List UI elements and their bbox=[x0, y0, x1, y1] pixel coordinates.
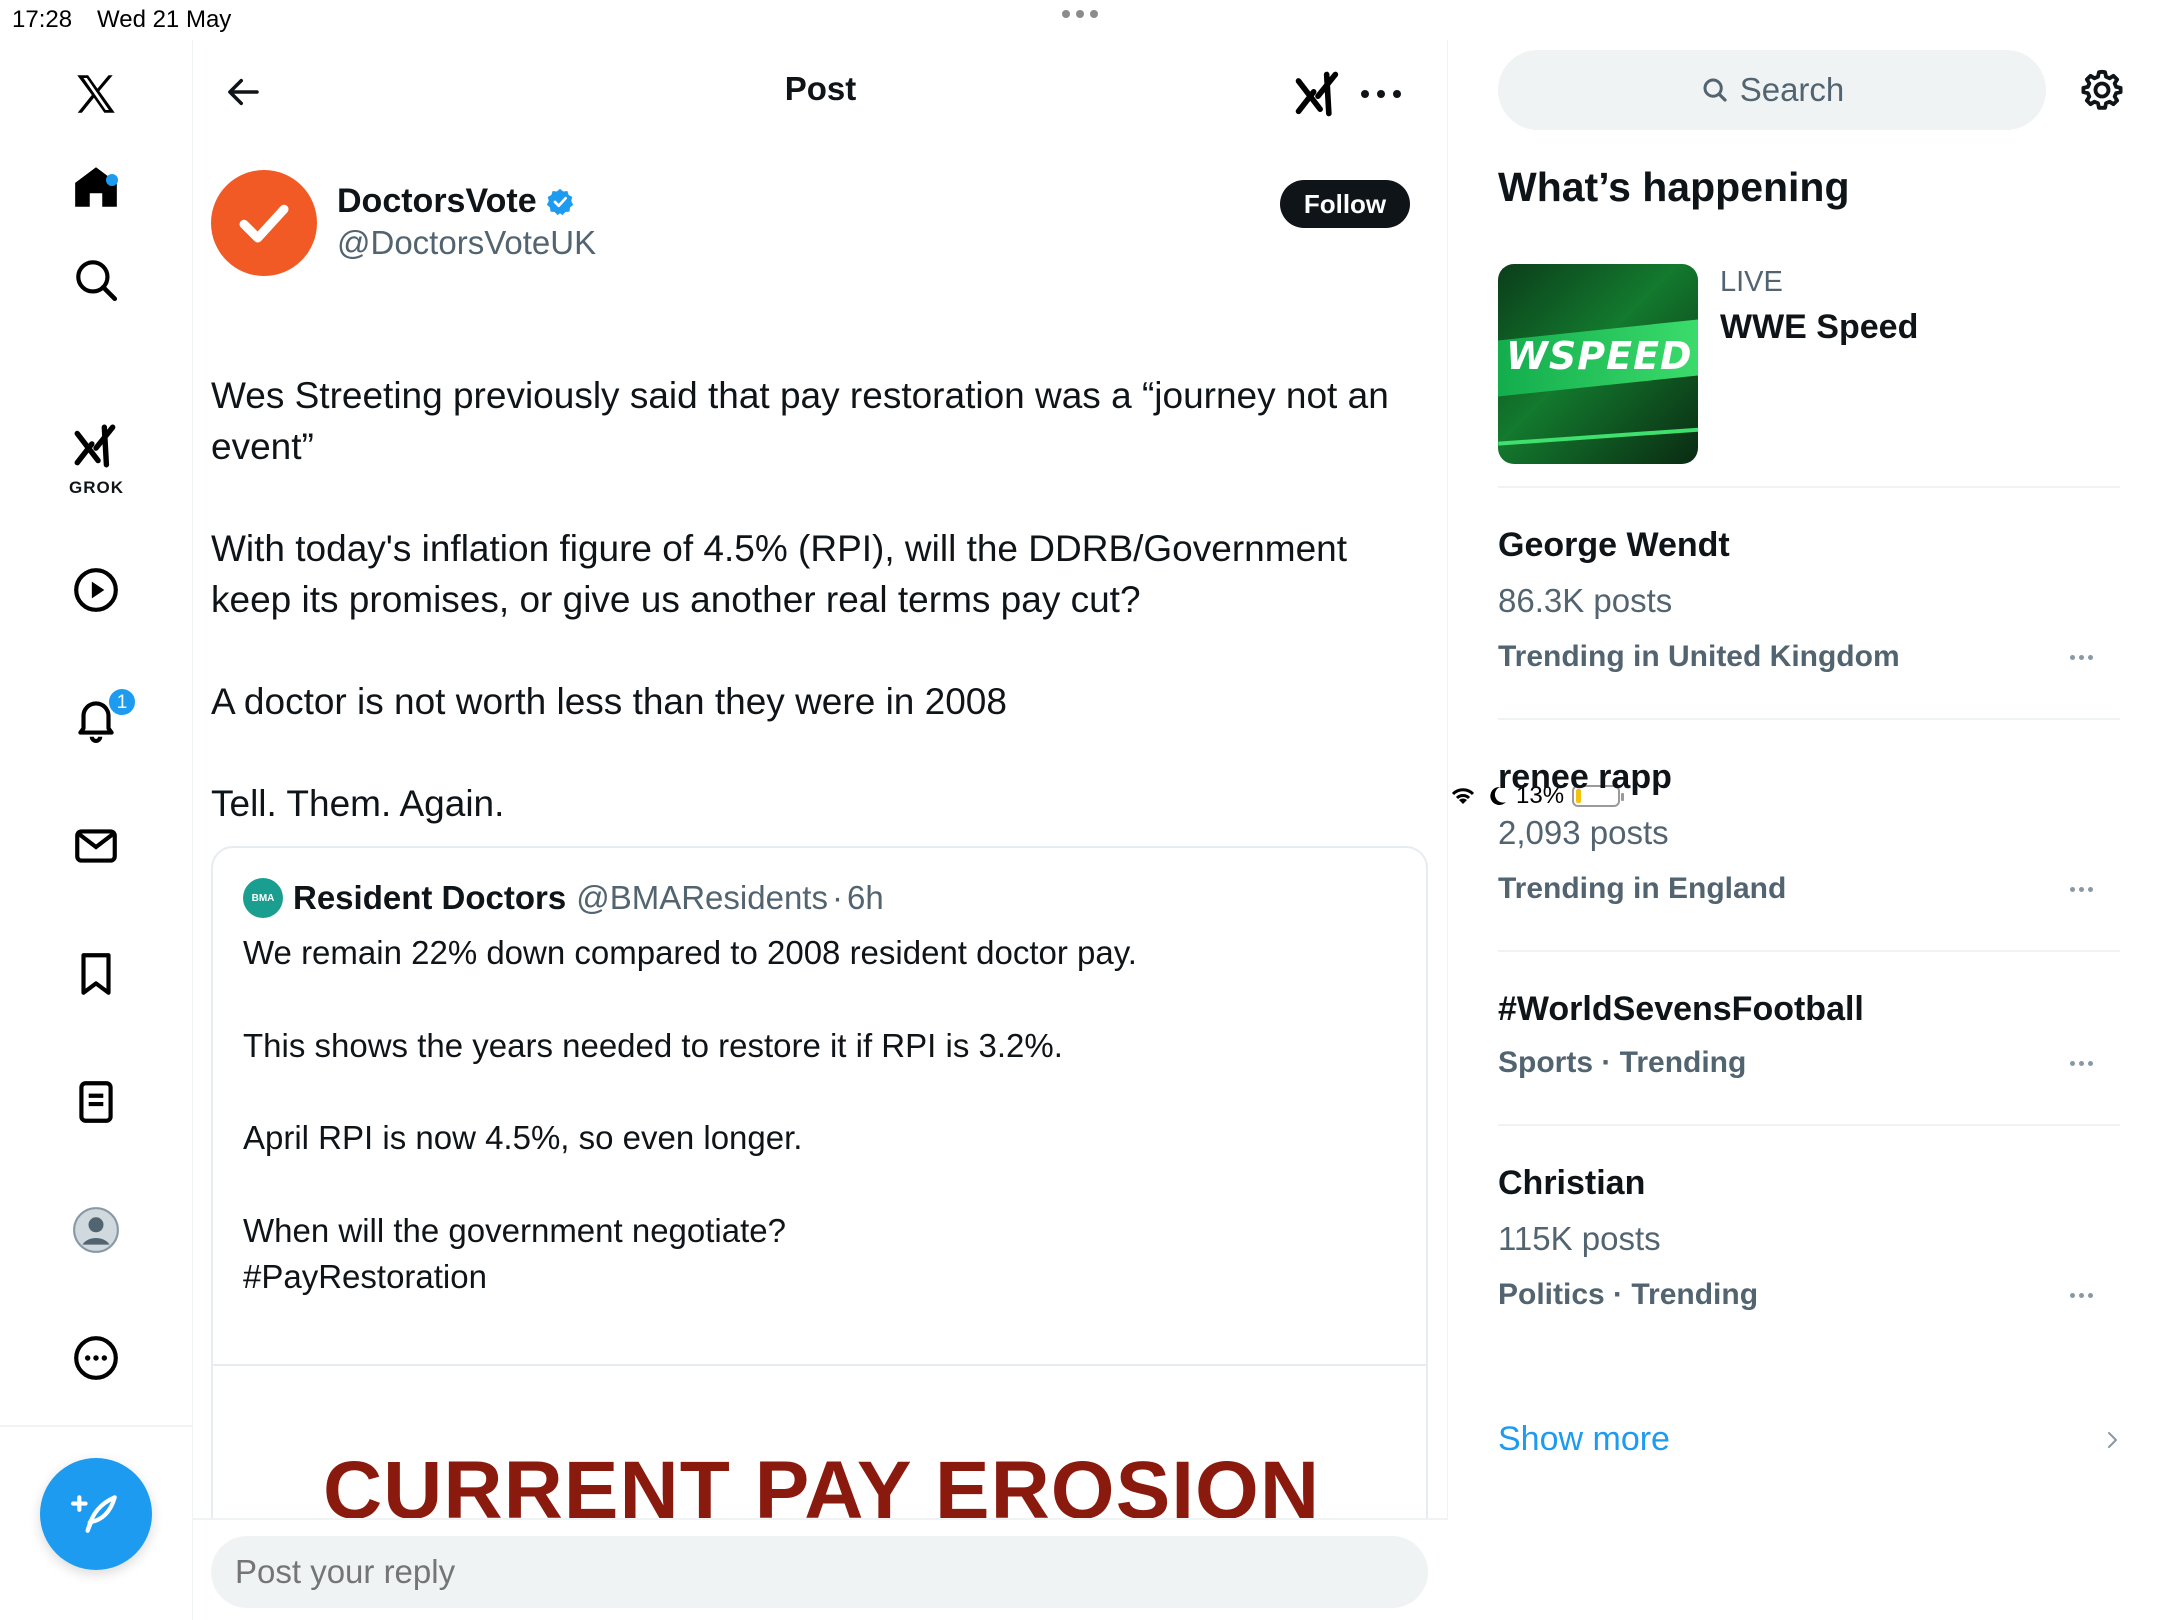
quoted-hashtag[interactable]: #PayRestoration bbox=[243, 1258, 1403, 1296]
author-name[interactable]: DoctorsVote bbox=[337, 182, 575, 221]
trend-more-icon[interactable] bbox=[2056, 642, 2106, 672]
search-placeholder: Search bbox=[1739, 71, 1845, 108]
multitasking-dots[interactable] bbox=[1062, 10, 1098, 18]
follow-button[interactable]: Follow bbox=[1280, 180, 1410, 228]
x-logo-icon[interactable] bbox=[60, 58, 132, 130]
author-handle[interactable]: @DoctorsVoteUK bbox=[337, 224, 596, 262]
right-sidebar: Search What’s happening WSPEED LIVE WWE … bbox=[1448, 40, 2160, 1620]
trend-context: Sports · Trending bbox=[1498, 1046, 1747, 1079]
grok-header-button[interactable] bbox=[1290, 68, 1346, 120]
gear-icon bbox=[2081, 69, 2123, 110]
quoted-media-divider bbox=[213, 1364, 1426, 1366]
home-notification-dot bbox=[106, 174, 118, 186]
settings-button[interactable] bbox=[2074, 62, 2130, 118]
left-nav: GROK 1 bbox=[0, 40, 193, 1620]
tweet-paragraph: Tell. Them. Again. bbox=[211, 783, 505, 824]
status-time: 17:28 bbox=[12, 6, 73, 33]
search-input[interactable]: Search bbox=[1498, 50, 2046, 130]
lists-icon[interactable] bbox=[60, 1066, 132, 1138]
bma-logo-icon: BMA bbox=[243, 878, 283, 918]
grok-icon bbox=[1295, 71, 1339, 117]
author-name-text: DoctorsVote bbox=[337, 182, 537, 220]
trend-name: #WorldSevensFootball bbox=[1498, 990, 1864, 1028]
trend-context: Politics · Trending bbox=[1498, 1278, 1759, 1311]
ellipsis-icon bbox=[1361, 90, 1401, 98]
verified-badge-icon bbox=[546, 188, 573, 215]
quoted-author-handle: @BMAResidents bbox=[576, 879, 828, 916]
checkmark-logo-icon bbox=[239, 204, 289, 243]
trend-divider bbox=[1498, 950, 2120, 952]
mail-icon[interactable] bbox=[60, 810, 132, 882]
quoted-line: When will the government negotiate? bbox=[243, 1212, 786, 1249]
grok-icon[interactable] bbox=[60, 416, 132, 476]
left-nav-divider bbox=[0, 1425, 193, 1427]
quoted-line: This shows the years needed to restore i… bbox=[243, 1027, 1063, 1064]
live-label: LIVE bbox=[1720, 266, 1783, 298]
section-title: What’s happening bbox=[1498, 164, 1850, 210]
wwe-speed-logo: WSPEED bbox=[1506, 334, 1693, 378]
show-more-link[interactable]: Show more bbox=[1498, 1420, 1670, 1459]
live-event-title[interactable]: WWE Speed bbox=[1720, 308, 1918, 347]
trend-divider bbox=[1498, 486, 2120, 488]
trend-more-icon[interactable] bbox=[2056, 874, 2106, 904]
quoted-separator: · bbox=[831, 879, 843, 916]
trend-item[interactable]: George Wendt 86.3K posts Trending in Uni… bbox=[1498, 526, 2120, 736]
live-event-thumbnail[interactable]: WSPEED bbox=[1498, 264, 1698, 464]
trend-item[interactable]: #WorldSevensFootball Sports · Trending bbox=[1498, 990, 2120, 1140]
quoted-timestamp: 6h bbox=[846, 879, 884, 916]
trend-count: 2,093 posts bbox=[1498, 814, 1669, 851]
trend-count: 86.3K posts bbox=[1498, 582, 1673, 619]
tweet-paragraph: Wes Streeting previously said that pay r… bbox=[211, 375, 1389, 467]
trend-name: Christian bbox=[1498, 1164, 1646, 1202]
bookmark-icon[interactable] bbox=[60, 938, 132, 1010]
tweet-paragraph: A doctor is not worth less than they wer… bbox=[211, 681, 1007, 722]
trend-context: Trending in England bbox=[1498, 872, 1787, 905]
trend-name: George Wendt bbox=[1498, 526, 1730, 564]
search-icon[interactable] bbox=[60, 244, 132, 316]
search-icon bbox=[1703, 78, 1727, 102]
video-play-icon[interactable] bbox=[60, 554, 132, 626]
home-icon[interactable] bbox=[60, 151, 132, 223]
status-bar: 17:28 Wed 21 May 13% bbox=[0, 0, 2160, 809]
quoted-author-name: Resident Doctors bbox=[293, 879, 567, 916]
quoted-line: April RPI is now 4.5%, so even longer. bbox=[243, 1119, 803, 1156]
trend-divider bbox=[1498, 1124, 2120, 1126]
trend-more-icon[interactable] bbox=[2056, 1280, 2106, 1310]
trend-item[interactable]: Christian 115K posts Politics · Trending bbox=[1498, 1164, 2120, 1374]
author-avatar[interactable] bbox=[211, 170, 317, 276]
more-circle-icon[interactable] bbox=[60, 1322, 132, 1394]
post-detail-column: Post DoctorsVote @DoctorsVoteUK Follow W… bbox=[193, 40, 1448, 1620]
page-title: Post bbox=[784, 70, 857, 107]
more-options-button[interactable] bbox=[1353, 68, 1409, 120]
trend-count: 115K posts bbox=[1498, 1220, 1661, 1257]
trend-context: Trending in United Kingdom bbox=[1498, 640, 1900, 673]
reply-input[interactable] bbox=[211, 1536, 1428, 1608]
status-date: Wed 21 May bbox=[97, 6, 232, 33]
tweet-paragraph: With today's inflation figure of 4.5% (R… bbox=[211, 528, 1347, 620]
chevron-right-icon bbox=[2108, 1432, 2117, 1448]
trend-divider bbox=[1498, 718, 2120, 720]
reply-bar bbox=[193, 1518, 1448, 1620]
quoted-post[interactable]: BMA Resident Doctors @BMAResidents · 6h … bbox=[211, 846, 1428, 1566]
trend-name: renee rapp bbox=[1498, 758, 1672, 796]
compose-button[interactable] bbox=[40, 1458, 152, 1570]
compose-feather-icon bbox=[71, 1495, 117, 1533]
grok-label: GROK bbox=[69, 478, 124, 497]
trend-item[interactable]: renee rapp 2,093 posts Trending in Engla… bbox=[1498, 758, 2120, 968]
quoted-post-header: BMA Resident Doctors @BMAResidents · 6h bbox=[243, 878, 884, 918]
profile-avatar-icon[interactable] bbox=[60, 1194, 132, 1266]
quoted-line: We remain 22% down compared to 2008 resi… bbox=[243, 934, 1137, 971]
notifications-badge: 1 bbox=[107, 687, 137, 717]
trend-more-icon[interactable] bbox=[2056, 1048, 2106, 1078]
